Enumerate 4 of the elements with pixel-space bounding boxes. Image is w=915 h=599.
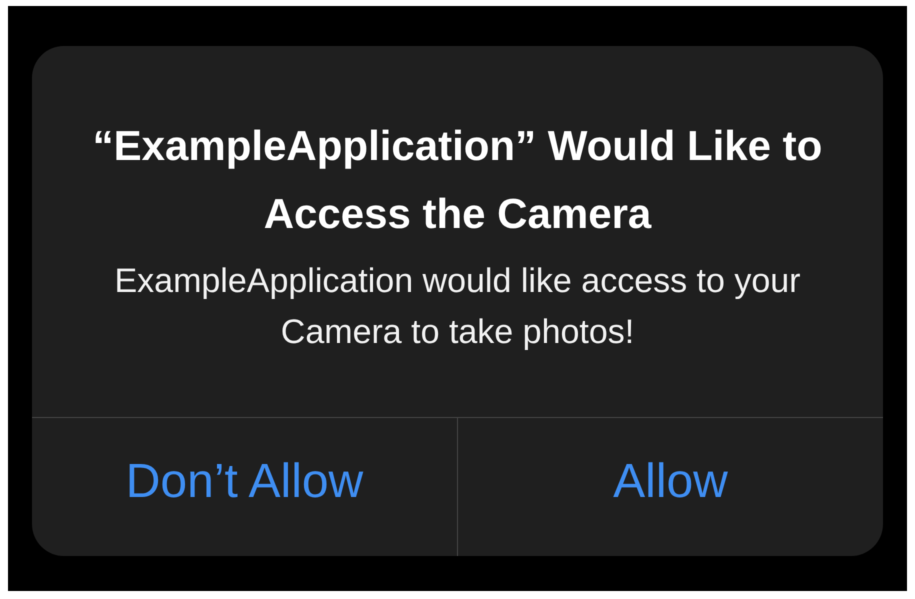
allow-button[interactable]: Allow [457,418,883,556]
deny-button[interactable]: Don’t Allow [32,418,457,556]
alert-message: ExampleApplication would like access to your Camera to take photos! [113,260,802,352]
alert-title: “ExampleApplication” Would Like to Access the Camera [92,120,824,238]
